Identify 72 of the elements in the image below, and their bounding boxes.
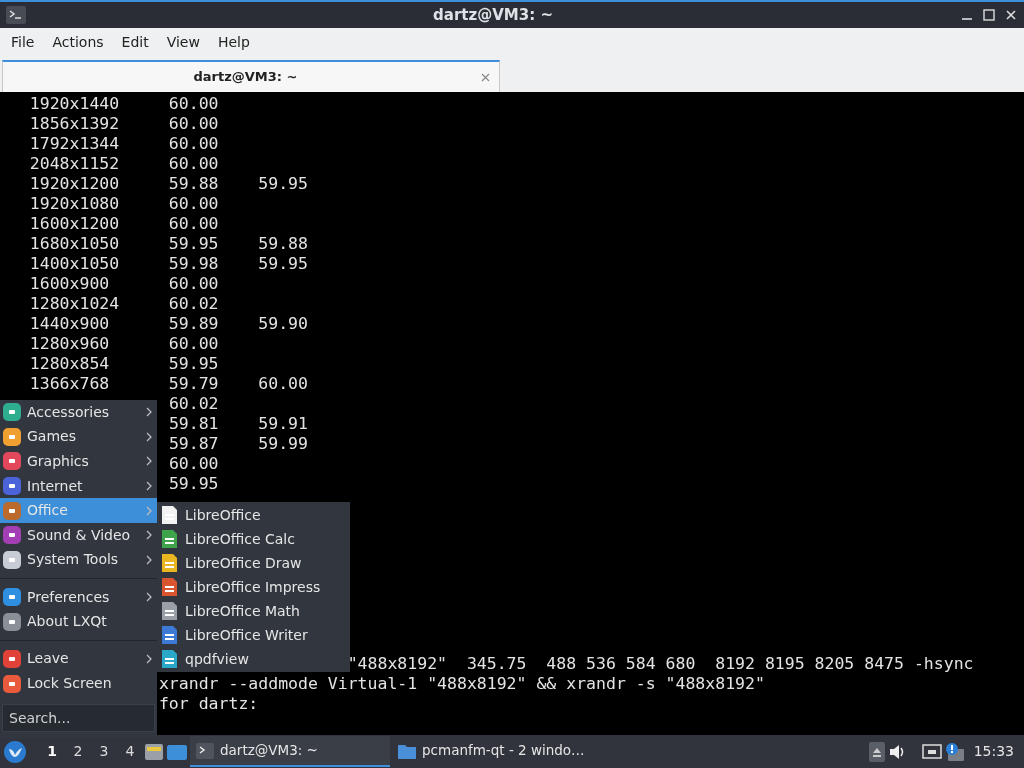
chevron-icon xyxy=(145,653,153,665)
menu-item[interactable]: LibreOffice xyxy=(157,503,350,527)
menu-item[interactable]: Accessories xyxy=(0,400,157,425)
terminal-line: 1280x960 60.00 xyxy=(29,334,219,354)
terminal-line: 1400x1050 59.98 59.95 xyxy=(29,254,308,274)
chevron-icon xyxy=(145,591,153,604)
terminal-line: 1792x1344 60.00 xyxy=(29,134,219,154)
chevron-icon xyxy=(145,406,153,419)
menu-item[interactable]: LibreOffice Writer xyxy=(157,623,350,647)
terminal-line: 59.87 59.99 xyxy=(168,434,308,454)
menu-item[interactable]: File xyxy=(2,28,44,56)
terminal-line: 1920x1440 60.00 xyxy=(29,94,219,114)
menu-item[interactable]: System Tools xyxy=(0,547,157,573)
terminal-line: "488x8192" 345.75 488 536 584 680 8192 8195 8205 8475 -hsync xyxy=(347,654,974,674)
menu-item[interactable]: Leave xyxy=(0,646,157,672)
terminal-icon xyxy=(6,6,26,24)
menu-item[interactable]: Preferences xyxy=(0,584,157,610)
desktop-button[interactable]: 4 xyxy=(118,739,142,764)
terminal-line: 59.95 xyxy=(168,474,219,494)
terminal-line: 1920x1200 59.88 59.95 xyxy=(29,174,308,194)
chevron-icon xyxy=(145,529,153,542)
tab[interactable]: dartz@VM3: ~ xyxy=(2,60,500,92)
menu-item[interactable]: Games xyxy=(0,424,157,450)
notification-icon[interactable] xyxy=(943,741,964,762)
menu-item[interactable]: Edit xyxy=(112,28,158,56)
menu-item[interactable]: Graphics xyxy=(0,449,157,474)
terminal-line: 1920x1080 60.00 xyxy=(29,194,219,214)
terminal-line: 1366x768 59.79 60.00 xyxy=(29,374,308,394)
start-menu-icon[interactable] xyxy=(2,738,28,765)
desktop-button[interactable]: 3 xyxy=(92,739,116,764)
terminal-line: 1680x1050 59.95 59.88 xyxy=(29,234,308,254)
menu-item[interactable]: Internet xyxy=(0,473,157,499)
menu-item[interactable]: LibreOffice Math xyxy=(157,599,350,623)
desktop-button[interactable]: 2 xyxy=(66,739,90,764)
terminal-line: 60.02 xyxy=(168,394,219,414)
terminal-line: 1856x1392 60.00 xyxy=(29,114,219,134)
terminal-line: 60.00 xyxy=(168,454,219,474)
tab-label: dartz@VM3: ~ xyxy=(192,68,299,87)
window-title: dartz@VM3: ~ xyxy=(432,4,554,26)
menu-item[interactable]: Lock Screen xyxy=(0,671,157,696)
menu-item[interactable]: LibreOffice Impress xyxy=(157,575,350,599)
terminal-line: 1600x900 60.00 xyxy=(29,274,219,294)
network-icon[interactable] xyxy=(921,741,942,762)
chevron-icon xyxy=(145,553,153,566)
menu-item[interactable]: Help xyxy=(208,28,259,56)
terminal-line: 1440x900 59.89 59.90 xyxy=(29,314,308,334)
terminal-line: 2048x1152 60.00 xyxy=(29,154,219,174)
task-button[interactable]: pcmanfm-qt - 2 windo… xyxy=(392,736,592,767)
terminal-line: 1280x854 59.95 xyxy=(29,354,219,374)
menu-item[interactable]: LibreOffice Draw xyxy=(157,551,350,575)
terminal-line: 1600x1200 60.00 xyxy=(29,214,219,234)
terminal-line: 59.81 59.91 xyxy=(168,414,308,434)
terminal-line: for dartz: xyxy=(158,694,259,714)
menu-item[interactable]: View xyxy=(157,28,209,56)
terminal-icon xyxy=(196,741,214,760)
menu-item[interactable]: About LXQt xyxy=(0,609,157,634)
terminal-line: 1280x1024 60.02 xyxy=(29,294,219,314)
chevron-icon xyxy=(145,480,153,493)
desktop-button[interactable]: 1 xyxy=(40,739,64,764)
clock[interactable]: 15:33 xyxy=(973,741,1014,762)
close-icon[interactable] xyxy=(1004,8,1018,22)
chevron-icon xyxy=(145,430,153,443)
menu-item[interactable]: LibreOffice Calc xyxy=(157,527,350,551)
task-button[interactable]: dartz@VM3: ~ xyxy=(190,736,390,767)
terminal-line: xrandr --addmode Virtual-1 "488x8192" && xrandr -s "488x8192" xyxy=(158,674,765,694)
menu-item[interactable]: qpdfview xyxy=(157,647,350,671)
chevron-icon xyxy=(145,504,153,517)
menu-item[interactable]: Actions xyxy=(43,28,113,56)
maximize-icon[interactable] xyxy=(982,8,996,22)
chevron-icon xyxy=(145,455,153,468)
menu-item[interactable]: Sound & Video xyxy=(0,522,157,548)
search-field[interactable]: Search... xyxy=(2,703,155,733)
